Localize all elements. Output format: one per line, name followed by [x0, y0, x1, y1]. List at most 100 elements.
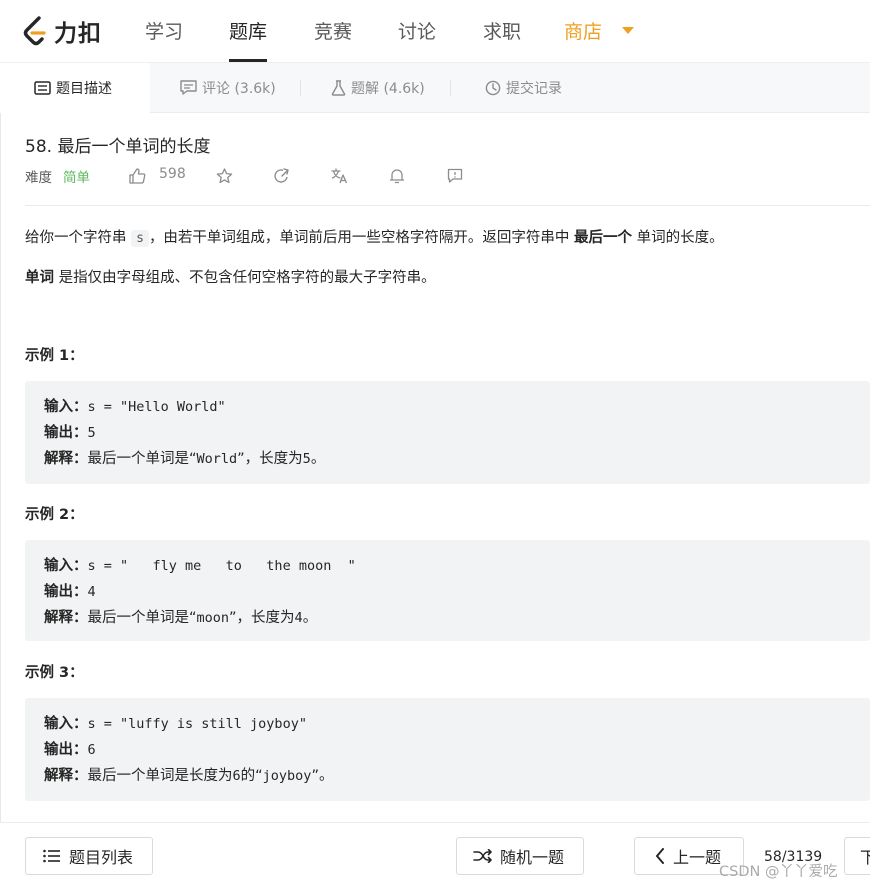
- tab-comments[interactable]: 评论 (3.6k): [180, 63, 276, 112]
- example-2-block: 输入：s = " fly me to the moon " 输出：4 解释：最后…: [25, 540, 870, 641]
- tab-description[interactable]: 题目描述: [0, 63, 150, 113]
- difficulty-badge: 简单: [63, 170, 90, 186]
- tab-solutions-label: 题解 (4.6k): [351, 80, 425, 97]
- nav-contest[interactable]: 竞赛: [314, 0, 352, 62]
- label: 输入：: [44, 399, 88, 415]
- value: 5: [87, 425, 96, 441]
- text-span: 单词的长度。: [632, 230, 724, 246]
- value: 4: [87, 584, 96, 600]
- nav-learn[interactable]: 学习: [145, 0, 183, 62]
- tab-comments-label: 评论 (3.6k): [202, 80, 276, 97]
- text-span: 的“: [240, 768, 263, 784]
- example-1-title: 示例 1：: [25, 348, 84, 364]
- tab-description-label: 题目描述: [56, 81, 112, 97]
- nav-store[interactable]: 商店: [564, 0, 602, 62]
- problem-list-label: 题目列表: [69, 848, 134, 867]
- thumb-up-icon[interactable]: [129, 168, 146, 184]
- caret-down-icon[interactable]: [622, 27, 634, 34]
- example-input-line: 输入：s = " fly me to the moon ": [44, 554, 356, 575]
- comment-icon: [180, 80, 197, 95]
- problem-list-button[interactable]: 题目列表: [25, 837, 153, 875]
- next-problem-label: 下: [860, 848, 870, 867]
- problem-title: 58. 最后一个单词的长度: [25, 137, 211, 157]
- value: moon: [196, 610, 230, 626]
- nav-problemset[interactable]: 题库: [229, 0, 268, 62]
- bold-text: 单词: [25, 270, 54, 286]
- label: 输入：: [44, 558, 88, 574]
- label: 输出：: [44, 742, 88, 758]
- value: s = "Hello World": [87, 399, 226, 415]
- value: s = " fly me to the moon ": [87, 558, 356, 574]
- example-input-line: 输入：s = "luffy is still joyboy": [44, 712, 307, 733]
- value: World: [196, 451, 238, 467]
- text-span: 给你一个字符串: [25, 230, 132, 246]
- translate-icon[interactable]: [331, 168, 348, 184]
- value: 6: [232, 768, 241, 784]
- example-3-title: 示例 3：: [25, 665, 84, 681]
- value: 6: [87, 742, 96, 758]
- text-span: ，由若干单词组成，单词前后用一些空格字符隔开。返回字符串中: [148, 230, 575, 246]
- label: 输出：: [44, 425, 88, 441]
- label: 输出：: [44, 584, 88, 600]
- prev-problem-label: 上一题: [673, 848, 722, 867]
- bold-text: 最后一个: [574, 230, 633, 246]
- like-count: 598: [159, 166, 186, 182]
- label: 解释：: [44, 610, 88, 626]
- example-1-block: 输入：s = "Hello World" 输出：5 解释：最后一个单词是“Wor…: [25, 381, 870, 484]
- example-explain-line: 解释：最后一个单词是长度为6的“joyboy”。: [44, 764, 333, 785]
- nav-discuss[interactable]: 讨论: [398, 0, 436, 62]
- star-icon[interactable]: [216, 168, 233, 184]
- description-icon: [34, 81, 51, 95]
- divider: [25, 205, 870, 206]
- problem-meta: 难度 简单: [25, 165, 90, 187]
- flask-icon: [331, 79, 346, 96]
- text-span: 。: [310, 451, 326, 467]
- description-paragraph-2: 单词 是指仅由字母组成、不包含任何空格字符的最大子字符串。: [25, 266, 436, 287]
- label: 输入：: [44, 716, 88, 732]
- leetcode-logo-icon: [23, 16, 46, 46]
- left-border: [0, 63, 1, 889]
- bell-icon[interactable]: [389, 168, 405, 184]
- inline-code: s: [131, 230, 149, 247]
- example-input-line: 输入：s = "Hello World": [44, 395, 226, 416]
- text-span: 最后一个单词是长度为: [87, 768, 233, 784]
- next-problem-button[interactable]: 下: [844, 837, 870, 875]
- problem-tabs: 题目描述 评论 (3.6k) 题解 (4.6k) 提交记录: [0, 63, 870, 113]
- top-navbar: 力扣 学习 题库 竞赛 讨论 求职 商店: [0, 0, 870, 63]
- text-span: ”。: [311, 768, 334, 784]
- label: 解释：: [44, 451, 88, 467]
- text-span: ”，长度为: [237, 451, 303, 467]
- example-output-line: 输出：6: [44, 738, 96, 759]
- text-span: 。: [302, 610, 318, 626]
- random-problem-button[interactable]: 随机一题: [456, 837, 584, 875]
- text-span: 最后一个单词是“: [87, 610, 197, 626]
- random-problem-label: 随机一题: [500, 848, 565, 867]
- value: 4: [294, 610, 303, 626]
- share-icon[interactable]: [274, 168, 290, 184]
- feedback-icon[interactable]: [447, 168, 463, 184]
- example-output-line: 输出：5: [44, 421, 96, 442]
- example-explain-line: 解释：最后一个单词是“World”，长度为5。: [44, 447, 325, 468]
- nav-jobs[interactable]: 求职: [483, 0, 521, 62]
- example-3-block: 输入：s = "luffy is still joyboy" 输出：6 解释：最…: [25, 698, 870, 801]
- example-explain-line: 解释：最后一个单词是“moon”，长度为4。: [44, 606, 317, 627]
- text-span: ”，长度为: [229, 610, 295, 626]
- list-icon: [43, 849, 60, 863]
- tab-separator: [300, 80, 301, 96]
- text-span: 最后一个单词是“: [87, 451, 197, 467]
- tab-separator: [450, 80, 451, 96]
- text-span: 是指仅由字母组成、不包含任何空格字符的最大子字符串。: [54, 270, 436, 286]
- logo-text: 力扣: [54, 21, 102, 47]
- tab-solutions[interactable]: 题解 (4.6k): [331, 63, 425, 112]
- value: joyboy: [262, 768, 312, 784]
- watermark: CSDN @丫丫爱吃: [719, 864, 838, 880]
- logo[interactable]: 力扣: [22, 14, 102, 48]
- chevron-left-icon: [656, 848, 664, 864]
- example-2-title: 示例 2：: [25, 507, 84, 523]
- tab-submissions[interactable]: 提交记录: [485, 63, 562, 112]
- value: s = "luffy is still joyboy": [87, 716, 307, 732]
- tab-submissions-label: 提交记录: [506, 80, 562, 97]
- history-icon: [485, 80, 501, 95]
- label: 解释：: [44, 768, 88, 784]
- example-output-line: 输出：4: [44, 580, 96, 601]
